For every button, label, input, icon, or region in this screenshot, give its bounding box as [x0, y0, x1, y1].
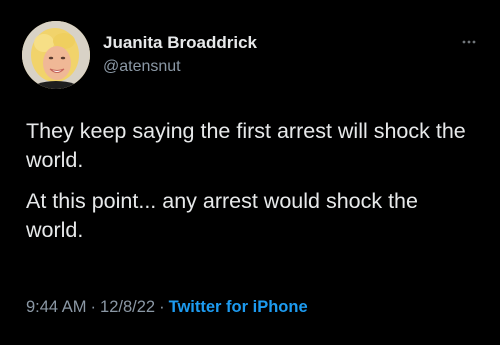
- more-dots-icon[interactable]: [462, 34, 476, 44]
- tweet-paragraph: They keep saying the first arrest will s…: [26, 119, 466, 172]
- tweet-text: They keep saying the first arrest will s…: [26, 117, 476, 257]
- tweet-meta: 9:44 AM · 12/8/22 · Twitter for iPhone: [26, 298, 308, 317]
- avatar[interactable]: [22, 21, 90, 89]
- author-handle[interactable]: @atensnut: [103, 58, 181, 76]
- tweet-time[interactable]: 9:44 AM: [26, 298, 87, 316]
- tweet-paragraph: At this point... any arrest would shock …: [26, 189, 418, 242]
- avatar-portrait-icon: [22, 21, 90, 89]
- tweet-date[interactable]: 12/8/22: [100, 298, 155, 316]
- tweet-source-link[interactable]: Twitter for iPhone: [169, 298, 308, 316]
- meta-separator: ·: [90, 298, 97, 316]
- tweet-card: Juanita Broaddrick @atensnut They keep s…: [0, 0, 500, 345]
- meta-separator: ·: [159, 298, 165, 316]
- author-name[interactable]: Juanita Broaddrick: [103, 33, 257, 53]
